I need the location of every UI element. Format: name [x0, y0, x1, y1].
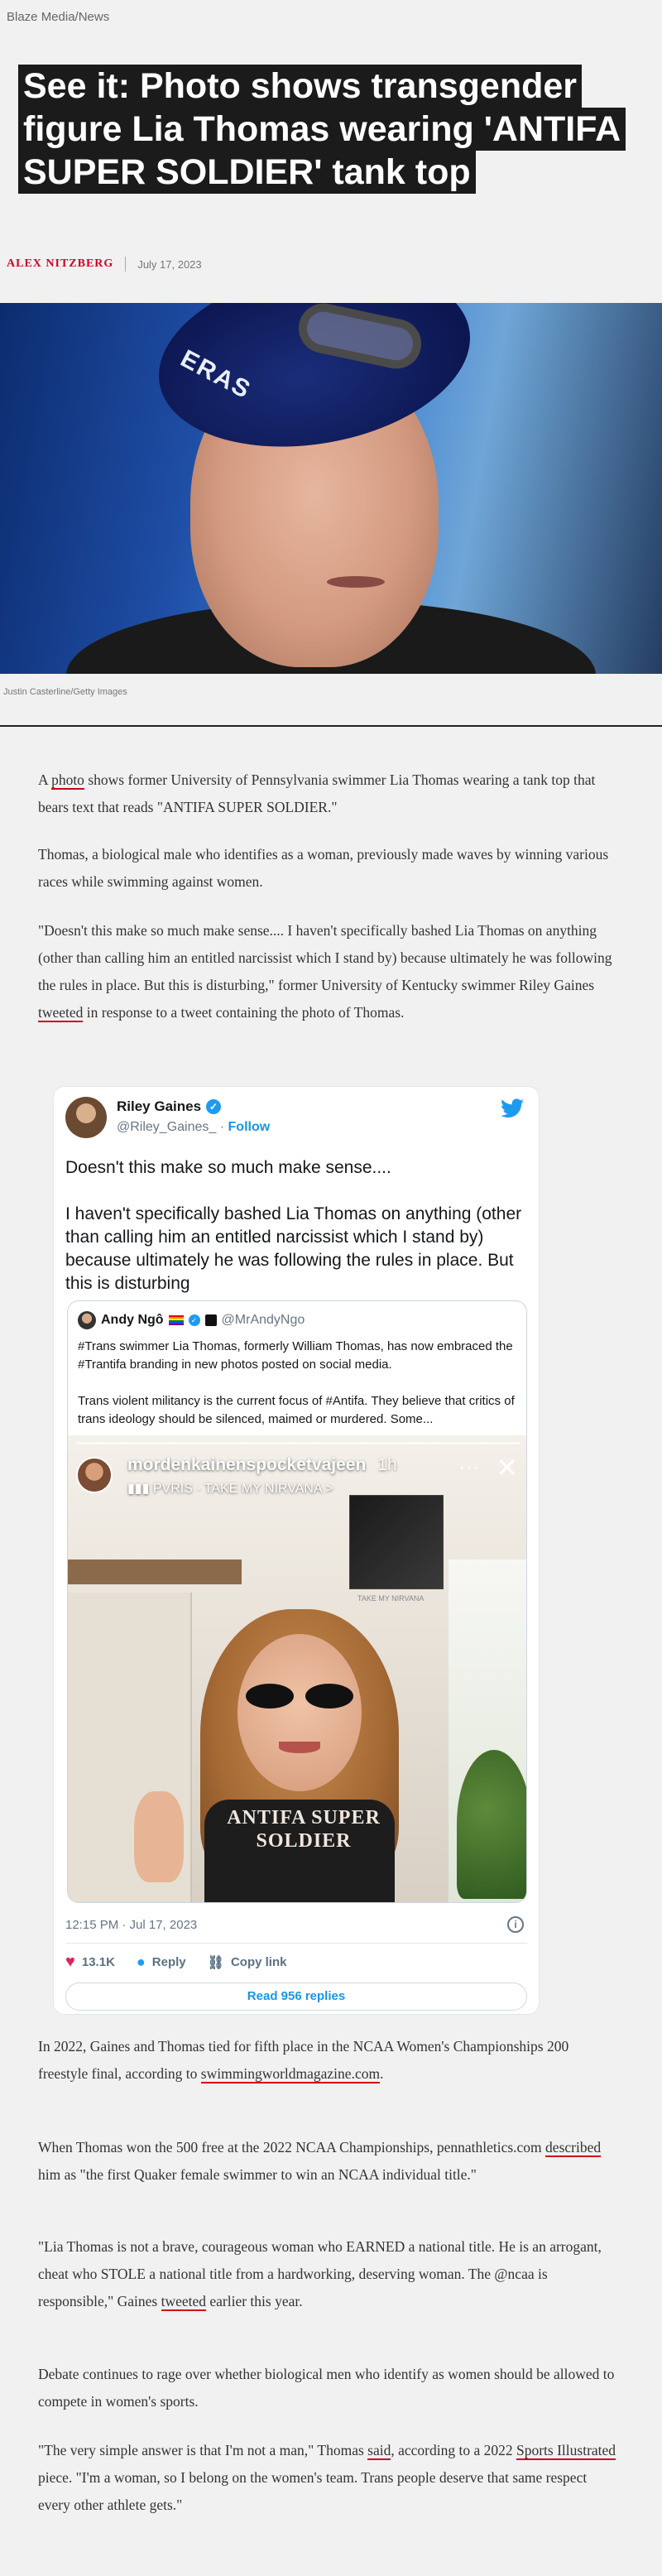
- tweet-timestamp[interactable]: 12:15 PM · Jul 17, 2023: [65, 1918, 197, 1932]
- paragraph-6: "Lia Thomas is not a brave, courageous w…: [38, 2238, 602, 2311]
- tweet-text-1: Doesn't this make so much make sense....: [65, 1158, 391, 1177]
- verified-badge-icon: ✓: [206, 1099, 222, 1114]
- copy-link-label: Copy link: [230, 1955, 287, 1969]
- paragraph-1: A photo shows former University of Penns…: [38, 771, 596, 815]
- described-link[interactable]: described: [545, 2139, 602, 2157]
- headline: See it: Photo shows transgender figure Li…: [18, 65, 631, 194]
- music-bars-icon: ▮▮▮: [127, 1482, 153, 1496]
- story-username: mordenkainenspocketvajeen: [127, 1455, 367, 1474]
- paragraph-4: In 2022, Gaines and Thomas tied for fift…: [38, 2038, 569, 2083]
- quoted-tweet-text: #Trans swimmer Lia Thomas, formerly Will…: [78, 1338, 516, 1447]
- paragraph-2: Thomas, a biological male who identifies…: [38, 846, 609, 890]
- tweet-author-handle[interactable]: @Riley_Gaines_: [117, 1120, 216, 1134]
- album-label: TAKE MY NIRVANA: [357, 1594, 425, 1603]
- quoted-author-name: Andy Ngô: [101, 1313, 164, 1327]
- rainbow-flag-icon: [168, 1315, 184, 1325]
- reply-button[interactable]: ● Reply: [137, 1954, 186, 1971]
- embedded-tweet[interactable]: Riley Gaines ✓ @Riley_Gaines_ · Follow Do…: [53, 1086, 540, 2015]
- more-options-icon: ···: [458, 1454, 480, 1478]
- quoted-text-2: Trans violent militancy is the current f…: [78, 1394, 515, 1426]
- tweet-text: Doesn't this make so much make sense....…: [65, 1156, 529, 1319]
- quoted-tweet-header: Andy Ngô ✓ @MrAndyNgo: [78, 1311, 305, 1329]
- reply-bubble-icon: ●: [136, 1954, 146, 1970]
- tweet-text-2: I haven't specifically bashed Lia Thomas…: [65, 1204, 522, 1293]
- follow-button[interactable]: Follow: [228, 1120, 271, 1134]
- swimmingworld-link[interactable]: swimmingworldmagazine.com: [200, 2065, 381, 2083]
- link-icon: ⛓: [207, 1955, 224, 1970]
- story-avatar: [76, 1457, 113, 1493]
- source-label: Blaze Media/News: [7, 10, 110, 24]
- affiliate-badge-icon: [204, 1314, 217, 1326]
- close-icon: ✕: [496, 1453, 518, 1483]
- peace-sign-hand: [134, 1791, 184, 1882]
- paragraph-5: When Thomas won the 500 free at the 2022…: [38, 2139, 602, 2183]
- quoted-tweet[interactable]: Andy Ngô ✓ @MrAndyNgo #Trans swimmer Lia…: [67, 1300, 527, 1903]
- headline-line-1: See it: Photo shows transgender: [23, 66, 577, 106]
- paragraph-7: Debate continues to rage over whether bi…: [38, 2366, 615, 2410]
- quoted-avatar: [78, 1311, 96, 1329]
- reply-label: Reply: [151, 1955, 186, 1969]
- read-replies-button[interactable]: Read 956 replies: [65, 1982, 527, 2011]
- quoted-media-image[interactable]: ANTIFA SUPER SOLDIER mordenkainenspocket…: [68, 1435, 526, 1902]
- like-count: 13.1K: [81, 1955, 115, 1969]
- tweeted-link-2[interactable]: tweeted: [161, 2293, 206, 2311]
- headline-line-2: figure Lia Thomas wearing 'ANTIFA: [23, 109, 621, 149]
- paragraph-8: "The very simple answer is that I'm not …: [38, 2442, 616, 2513]
- tweeted-link[interactable]: tweeted: [38, 1004, 84, 1022]
- section-divider: [0, 725, 662, 727]
- author-link[interactable]: Alex Nitzberg: [7, 257, 113, 271]
- story-time: 1h: [377, 1455, 397, 1474]
- album-art: [349, 1495, 444, 1589]
- verified-badge-icon: ✓: [188, 1314, 200, 1326]
- paragraph-3: "Doesn't this make so much make sense...…: [38, 922, 612, 1022]
- sports-illustrated-link[interactable]: Sports Illustrated: [516, 2442, 616, 2460]
- image-credit: Justin Casterline/Getty Images: [3, 687, 127, 697]
- story-username-row: mordenkainenspocketvajeen 1h: [127, 1455, 397, 1475]
- headline-line-3: SUPER SOLDIER' tank top: [23, 152, 471, 192]
- photo-link[interactable]: photo: [51, 771, 84, 790]
- story-progress-bar: [76, 1442, 520, 1444]
- quoted-author-handle: @MrAndyNgo: [221, 1313, 305, 1327]
- story-music: ▮▮▮ PVRIS · TAKE MY NIRVANA >: [127, 1482, 333, 1496]
- tank-top-text: ANTIFA SUPER SOLDIER: [227, 1807, 381, 1852]
- info-icon[interactable]: i: [507, 1916, 524, 1933]
- copy-link-button[interactable]: ⛓ Copy link: [208, 1954, 287, 1971]
- like-button[interactable]: ♥ 13.1K: [65, 1953, 115, 1972]
- heart-icon: ♥: [65, 1953, 75, 1971]
- quoted-text-1: #Trans swimmer Lia Thomas, formerly Will…: [78, 1339, 513, 1372]
- twitter-bird-icon[interactable]: [501, 1098, 524, 1118]
- tweet-author-name[interactable]: Riley Gaines: [117, 1098, 201, 1115]
- tweet-avatar[interactable]: [65, 1097, 107, 1138]
- hero-image: ERAS: [0, 303, 662, 674]
- tweet-actions: ♥ 13.1K ● Reply ⛓ Copy link: [65, 1953, 286, 1972]
- publish-date: July 17, 2023: [137, 257, 202, 271]
- sunglasses: [246, 1684, 353, 1709]
- byline: Alex Nitzberg July 17, 2023: [7, 257, 202, 272]
- byline-divider: [125, 257, 127, 272]
- tweet-handle-row: @Riley_Gaines_ · Follow: [117, 1120, 271, 1134]
- said-link[interactable]: said: [367, 2442, 391, 2460]
- tweet-divider: [65, 1943, 527, 1944]
